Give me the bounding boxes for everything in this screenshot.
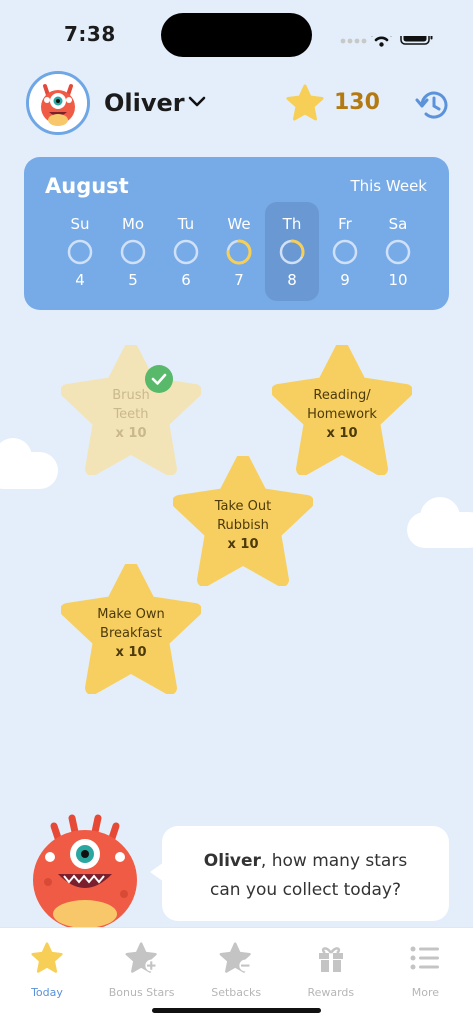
cloud-decoration [420,497,460,537]
day-progress-ring [279,239,305,265]
chore-label-line1: Make Own [97,607,165,622]
chore-label-line2: Rubbish [217,518,269,533]
chore-label: Take Out Rubbish x 10 [173,497,313,554]
chore-label: Make Own Breakfast x 10 [61,605,201,662]
day-su[interactable]: Su 4 [55,215,105,289]
speech-bubble: Oliver, how many stars can you collect t… [162,826,449,921]
tab-label: Rewards [307,986,355,999]
status-bar: 7:38 [0,0,473,60]
tab-today[interactable]: Today [0,928,94,999]
speech-bubble-text: Oliver, how many stars can you collect t… [162,847,449,905]
tab-label: More [411,986,440,999]
monster-avatar-icon [29,74,87,132]
cellular-signal-icon [340,38,367,44]
day-mo[interactable]: Mo 5 [108,215,158,289]
tab-bonus-stars[interactable]: Bonus Stars [95,928,189,999]
day-number: 4 [75,271,85,289]
bonus-star-icon [95,938,189,978]
day-we[interactable]: We 7 [214,215,264,289]
chore-label-line2: Homework [307,407,377,422]
day-progress-ring [385,239,411,265]
day-progress-ring [67,239,93,265]
day-sa[interactable]: Sa 10 [373,215,423,289]
day-name: Tu [177,215,195,233]
chevron-down-icon[interactable] [188,96,206,108]
day-tu[interactable]: Tu 6 [161,215,211,289]
star-total-icon [286,84,324,121]
setback-star-icon [189,938,283,978]
day-number: 5 [128,271,138,289]
gift-icon [284,938,378,978]
chore-quantity: x 10 [115,645,147,660]
day-progress-ring [226,239,252,265]
tab-label: Bonus Stars [108,986,175,999]
chore-quantity: x 10 [115,426,147,441]
day-th[interactable]: Th 8 [267,215,317,289]
checkmark-icon [145,365,173,393]
tab-setbacks[interactable]: Setbacks [189,928,283,999]
calendar-month: August [45,174,129,198]
home-indicator [152,1008,321,1013]
tab-label: Today [31,986,63,999]
chore-star[interactable]: Make Own Breakfast x 10 [61,564,201,694]
star-total-count: 130 [334,90,380,115]
wifi-icon [371,36,392,42]
week-calendar: August This Week Su 4 Mo 5 Tu 6 We 7 Th 8 Fr 9 Sa 10 [24,157,449,310]
day-progress-ring [120,239,146,265]
day-name: We [227,215,251,233]
day-number: 6 [181,271,191,289]
chore-label-line1: Take Out [214,499,272,514]
history-icon[interactable] [414,87,452,123]
speech-bubble-line1: , how many stars [260,851,408,871]
day-name: Th [282,215,302,233]
chore-quantity: x 10 [227,537,259,552]
day-number: 9 [340,271,350,289]
day-name: Mo [121,215,145,233]
menu-list-icon [378,938,472,978]
day-number: 7 [234,271,244,289]
chore-quantity: x 10 [326,426,358,441]
speech-bubble-line2: can you collect today? [209,880,401,900]
tab-label: Setbacks [211,986,262,999]
chore-label: Reading/Homework x 10 [272,386,412,443]
day-name: Su [70,215,90,233]
day-fr[interactable]: Fr 9 [320,215,370,289]
status-time: 7:38 [64,22,116,46]
day-number: 10 [388,271,408,289]
chore-label-line1: Reading/ [313,388,371,403]
dynamic-island [161,13,312,57]
day-name: Fr [338,215,352,233]
tab-rewards[interactable]: Rewards [284,928,378,999]
chore-label-line2: Teeth [113,407,149,422]
star-icon [0,938,94,978]
chore-label: Brush Teeth x 10 [61,386,201,443]
status-icons [340,36,433,47]
speech-bubble-name: Oliver [203,851,261,871]
chore-label-line2: Breakfast [100,626,162,641]
avatar[interactable] [26,71,90,135]
day-name: Sa [388,215,408,233]
battery-icon [400,36,433,45]
calendar-range-label[interactable]: This Week [350,177,427,195]
child-name[interactable]: Oliver [104,89,185,117]
day-progress-ring [332,239,358,265]
tab-more[interactable]: More [378,928,472,999]
day-progress-ring [173,239,199,265]
day-number: 8 [287,271,297,289]
monster-mascot-icon [33,814,137,928]
